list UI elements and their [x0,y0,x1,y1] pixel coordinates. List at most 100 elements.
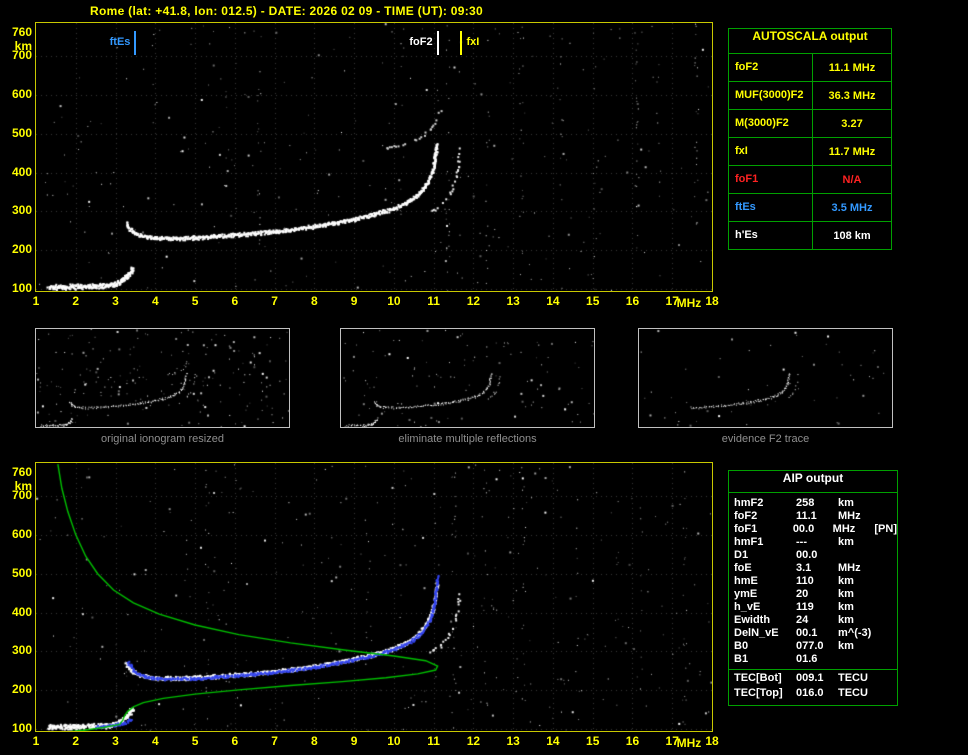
aip-row-value: 11.1 [796,510,817,522]
x-axis-tick-top: 9 [350,294,358,308]
x-axis-tick-bottom: 1 [32,734,40,748]
thumbnail-eliminate-canvas [341,329,594,427]
x-axis-tick-top: 18 [705,294,719,308]
aip-output-table: AIP output hmF2 258 km foF2 11.1 MHz foF1 00.0 M… [728,470,898,706]
aip-row-B1: B1 01.6 [729,653,897,666]
aip-row-extra [882,575,897,588]
aip-row-foF2: foF2 11.1 MHz [729,510,897,523]
y-axis-tick-bottom: 300 [11,643,32,658]
aip-row-value: 258 [796,497,815,509]
top-ionogram-plot: ftEs foF2 fxI [35,22,713,292]
aip-row-unit: km [838,536,854,548]
y-axis-tick-top: 400 [11,164,32,179]
y-axis-tick-top: 600 [11,86,32,101]
x-axis-tick-top: 12 [466,294,481,308]
y-axis-unit-bottom: km [14,478,32,493]
autoscala-row-foF1: foF1 N/A [729,166,891,194]
y-axis-tick-bottom: 500 [11,565,32,580]
aip-row-value: 00.0 [796,549,818,561]
top-ionogram-canvas [36,23,712,291]
aip-row-value: 110 [796,575,814,587]
bottom-ionogram-plot [35,462,713,732]
aip-row-value: 077.0 [796,640,824,652]
y-axis-tick-bottom: 400 [11,604,32,619]
autoscala-row-label: MUF(3000)F2 [729,82,813,109]
aip-row-extra: [PN] [874,523,897,535]
x-axis-tick-top: 16 [625,294,640,308]
aip-row-unit: km [838,575,854,587]
autoscala-row-fxI: fxI 11.7 MHz [729,138,891,166]
aip-row-name: hmF1 [734,536,764,548]
autoscala-row-ftEs: ftEs 3.5 MHz [729,194,891,222]
autoscala-output-table: AUTOSCALA output foF2 11.1 MHz MUF(3000)F2… [728,28,892,250]
x-axis-tick-top: 3 [112,294,119,308]
aip-row-D1: D1 00.0 [729,549,897,562]
x-axis-tick-bottom: 5 [191,734,199,748]
aip-row-extra [882,549,897,562]
aip-row-unit: km [838,640,854,652]
y-axis-tick-top: 200 [11,242,32,257]
x-axis-tick-bottom: 9 [350,734,358,748]
aip-row-name: DelN_vE [734,627,779,639]
aip-row-DelN_vE: DelN_vE 00.1 m^(-3) [729,627,897,640]
aip-row-unit: TECU [838,672,868,684]
autoscala-row-value: 108 km [833,229,871,242]
x-axis-tick-bottom: 16 [625,734,640,748]
aip-row-extra [882,536,897,549]
thumbnail-evidence-f2 [638,328,893,428]
autoscala-screen: Rome (lat: +41.8, lon: 012.5) - DATE: 20… [0,0,968,755]
autoscala-row-label: ftEs [729,194,813,221]
aip-row-name: B0 [734,640,749,652]
aip-row-value: 20 [796,588,809,600]
aip-row-value: 009.1 [796,672,824,684]
marker-label-foF2: foF2 [409,36,433,48]
x-axis-tick-top: 15 [586,294,600,308]
x-axis-tick-top: 11 [427,294,440,308]
aip-row-unit: km [838,588,854,600]
autoscala-row-label: M(3000)F2 [729,110,813,137]
autoscala-row-M(3000)F2: M(3000)F2 3.27 [729,110,891,138]
aip-row-ymE: ymE 20 km [729,588,897,601]
y-axis-tick-bottom: 600 [11,526,32,541]
x-axis-tick-top: 8 [311,294,318,308]
x-axis-tick-top: 10 [387,294,401,308]
x-axis-tick-bottom: 4 [151,734,159,748]
marker-label-ftEs: ftEs [109,36,131,48]
autoscala-row-label: fxI [729,138,813,165]
aip-row-unit [838,653,882,666]
x-axis-tick-top: 2 [72,294,80,308]
bottom-ionogram-canvas [36,463,712,731]
aip-row-TEC[Top]: TEC[Top] 016.0 TECU [729,687,897,700]
aip-row-hmF2: hmF2 258 km [729,497,897,510]
marker-label-fxI: fxI [466,36,480,48]
thumbnail-original-ionogram [35,328,290,428]
y-axis-tick-top: 500 [11,125,32,140]
y-axis-tick-top: 760 [11,24,32,39]
autoscala-row-foF2: foF2 11.1 MHz [729,54,891,82]
x-axis-tick-bottom: 8 [311,734,318,748]
aip-row-value: 00.1 [796,627,818,639]
x-axis-tick-top: 7 [271,294,278,308]
aip-row-value: 3.1 [796,562,812,574]
x-axis-tick-bottom: 11 [427,734,440,748]
aip-row-hmF1: hmF1 --- km [729,536,897,549]
aip-row-value: 00.0 [792,523,815,535]
x-axis-tick-bottom: 10 [387,734,401,748]
aip-row-name: D1 [734,549,749,561]
aip-row-extra [882,653,897,666]
x-axis-tick-bottom: 2 [72,734,80,748]
autoscala-row-h'Es: h'Es 108 km [729,222,891,249]
marker-line-fxI [460,31,463,55]
autoscala-row-value: 11.1 MHz [828,61,876,74]
aip-row-extra [882,640,897,653]
thumbnail-eliminate-reflections [340,328,595,428]
aip-row-unit: km [838,601,854,613]
marker-line-foF2 [436,31,439,55]
aip-row-unit: MHz [838,562,861,574]
x-axis-tick-bottom: 13 [506,734,520,748]
aip-row-unit: MHz [832,523,856,535]
aip-row-hmE: hmE 110 km [729,575,897,588]
autoscala-row-MUF(3000)F2: MUF(3000)F2 36.3 MHz [729,82,891,110]
aip-row-value: --- [796,536,807,548]
aip-row-name: foF2 [734,510,758,522]
